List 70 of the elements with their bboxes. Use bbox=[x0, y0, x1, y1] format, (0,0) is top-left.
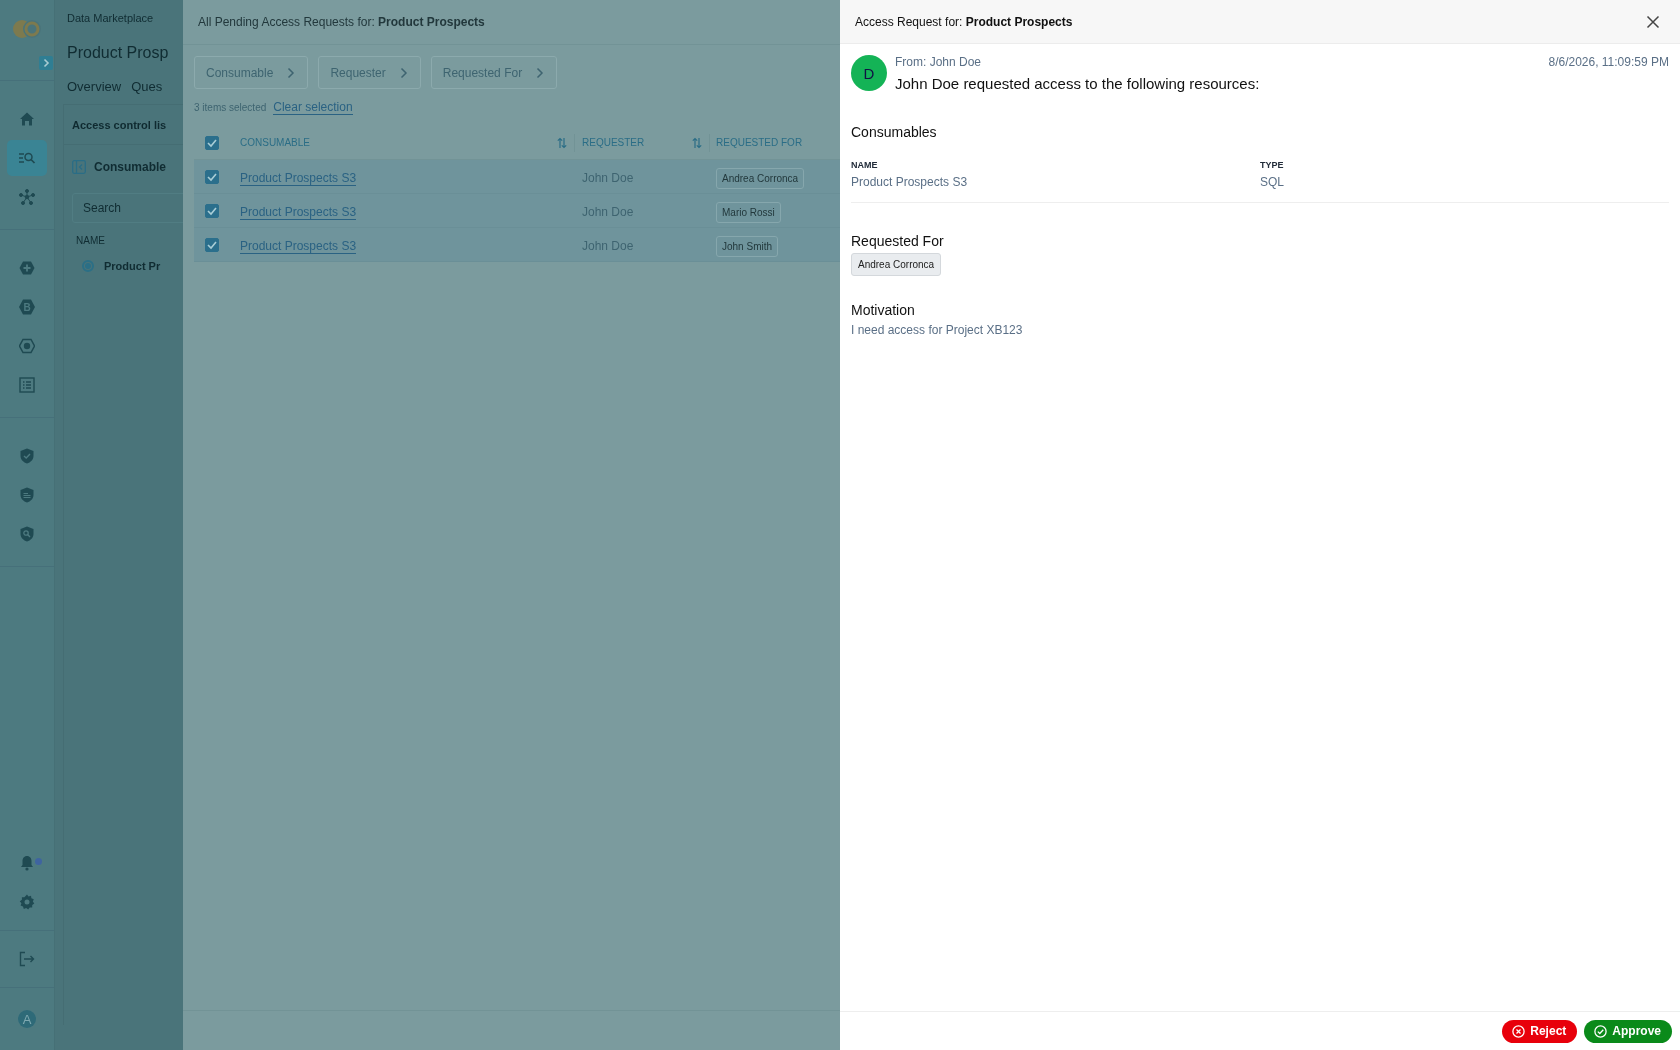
hexagon-icon bbox=[19, 338, 35, 354]
check-circle-icon bbox=[1594, 1024, 1608, 1038]
chevron-icon bbox=[287, 66, 296, 79]
chevron-icon bbox=[399, 66, 408, 79]
shield-search-icon bbox=[20, 526, 34, 542]
column-header: NAME bbox=[76, 235, 106, 246]
table-cell-text: SQL bbox=[1260, 175, 1285, 189]
request-message: John Doe requested access to the following resources: bbox=[895, 75, 1261, 92]
shield-check-icon bbox=[20, 448, 34, 464]
card-title: Access control lis bbox=[72, 119, 168, 133]
person-tag: John Smith bbox=[716, 235, 779, 257]
hexagon-plus-icon bbox=[19, 260, 35, 276]
column-header: REQUESTED FOR bbox=[716, 137, 803, 148]
logo-icon bbox=[12, 19, 42, 39]
column-header: CONSUMABLE bbox=[240, 137, 310, 148]
page-title: Product Prosp bbox=[67, 44, 170, 62]
reject-button[interactable]: Reject bbox=[1502, 1019, 1578, 1043]
breadcrumb[interactable]: Data Marketplace bbox=[67, 12, 183, 24]
section-heading: Consumables bbox=[851, 124, 938, 140]
filter-button[interactable]: Consumable bbox=[194, 56, 309, 89]
radio-button[interactable] bbox=[82, 260, 94, 272]
person-tag: Mario Rossi bbox=[716, 201, 781, 223]
chevron-icon bbox=[536, 66, 545, 79]
panel-title: All Pending Access Requests for: Product Prospects bbox=[198, 15, 485, 29]
settings-icon bbox=[19, 894, 35, 910]
person-tag: Andrea Corronca bbox=[851, 253, 942, 276]
column-header: TYPE bbox=[1260, 160, 1285, 170]
timestamp: 8/6/2026, 11:09:59 PM bbox=[1548, 55, 1669, 69]
page-tab[interactable]: Overview bbox=[67, 79, 122, 94]
filter-button[interactable]: Requester bbox=[318, 56, 421, 89]
section-heading: Motivation bbox=[851, 302, 916, 318]
consumable-link[interactable]: Product Prospects S3 bbox=[240, 238, 357, 254]
close-icon[interactable] bbox=[1646, 14, 1660, 29]
network-icon bbox=[19, 189, 35, 205]
nav-item[interactable] bbox=[7, 140, 47, 176]
motivation-text: I need access for Project XB123 bbox=[851, 323, 1024, 337]
section-heading: Requested For bbox=[851, 233, 945, 249]
list-icon bbox=[19, 377, 35, 393]
cancel-icon bbox=[1512, 1024, 1526, 1038]
clear-selection-link[interactable]: Clear selection bbox=[273, 100, 353, 115]
search-list-icon bbox=[18, 151, 36, 165]
column-header: REQUESTER bbox=[582, 137, 645, 148]
table-cell-text: Product Prospects S3 bbox=[851, 175, 969, 189]
section-label: Consumable bbox=[94, 160, 166, 174]
expand-button[interactable] bbox=[39, 56, 53, 70]
sender-label: From: John Doe bbox=[895, 55, 982, 69]
select-all-checkbox[interactable] bbox=[205, 135, 219, 150]
person-tag: Andrea Corronca bbox=[716, 167, 805, 189]
filter-button[interactable]: Requested For bbox=[430, 56, 558, 89]
shield-lines-icon bbox=[20, 487, 34, 503]
list-item[interactable]: Product Pr bbox=[82, 260, 183, 272]
user-avatar[interactable]: A bbox=[18, 1010, 36, 1028]
selection-count: 3 items selected bbox=[194, 102, 267, 113]
sort-icon[interactable] bbox=[692, 136, 702, 149]
panel-collapse-icon[interactable] bbox=[72, 160, 86, 174]
sort-icon[interactable] bbox=[557, 136, 567, 149]
row-checkbox[interactable] bbox=[205, 203, 219, 218]
bell-icon bbox=[19, 855, 35, 871]
column-header: NAME bbox=[851, 160, 879, 170]
search-field[interactable]: Search bbox=[72, 193, 183, 223]
page-tab[interactable]: Ques bbox=[131, 79, 163, 94]
row-checkbox[interactable] bbox=[205, 169, 219, 184]
requester-avatar: D bbox=[851, 55, 887, 91]
home-icon bbox=[19, 111, 35, 127]
consumable-link[interactable]: Product Prospects S3 bbox=[240, 170, 357, 186]
drawer-title: Access Request for: Product Prospects bbox=[855, 14, 1073, 29]
logout-icon bbox=[19, 951, 35, 967]
consumable-link[interactable]: Product Prospects S3 bbox=[240, 204, 357, 220]
row-checkbox[interactable] bbox=[205, 237, 219, 252]
approve-button[interactable]: Approve bbox=[1584, 1019, 1672, 1043]
